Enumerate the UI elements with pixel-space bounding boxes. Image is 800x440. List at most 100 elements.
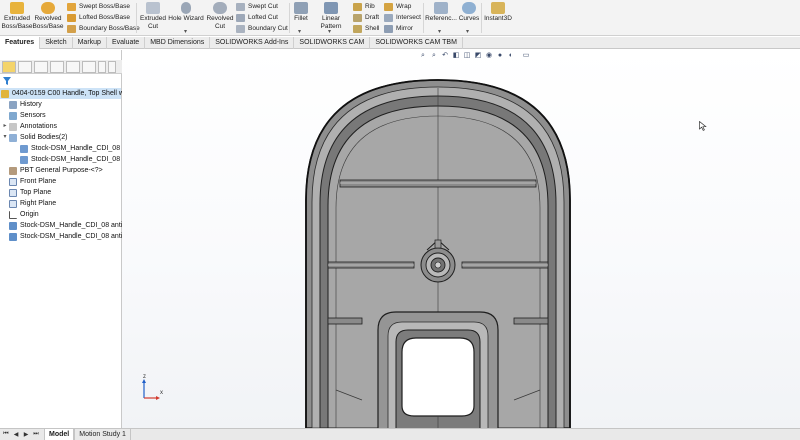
tree-item-body[interactable]: Stock-DSM_Handle_CDI_08 ar [20, 154, 128, 165]
tab-solidworks-cam-tbm[interactable]: SOLIDWORKS CAM TBM [370, 37, 463, 49]
revolved-cut-button[interactable]: Revolved Cut [205, 2, 235, 31]
intersect-button[interactable]: Intersect [384, 12, 421, 23]
lofted-cut-button[interactable]: Lofted Cut [236, 12, 278, 23]
graphics-area[interactable]: ⌕ ⌕ ↶ ◧ ◫ ◩ ◉ ● ◐ ▭ z x [122, 50, 800, 428]
tree-item-annotations[interactable]: ▸ Annotations [2, 121, 57, 132]
extruded-boss-button[interactable]: Extruded Boss/Base [1, 2, 33, 31]
tab-mbd-dimensions[interactable]: MBD Dimensions [145, 37, 211, 49]
tab-features[interactable]: Features [0, 37, 41, 49]
boundary-cut-button[interactable]: Boundary Cut [236, 23, 288, 34]
revolved-boss-icon [41, 2, 55, 14]
cam-tab-icon[interactable] [82, 61, 96, 73]
tree-item-origin[interactable]: Origin [2, 209, 39, 220]
solid-body-icon [20, 155, 28, 164]
tree-item-front-plane[interactable]: Front Plane [2, 176, 56, 187]
tree-item-history[interactable]: History [2, 99, 42, 110]
boundary-boss-button[interactable]: Boundary Boss/Base [67, 23, 140, 34]
tab-solidworks-addins[interactable]: SOLIDWORKS Add-Ins [210, 37, 295, 49]
tab-sketch[interactable]: Sketch [40, 37, 73, 49]
first-tab-icon[interactable]: ⏮ [2, 431, 10, 438]
tree-item-feature[interactable]: Stock-DSM_Handle_CDI_08 anti n [2, 220, 128, 231]
curves-button[interactable]: Curves [458, 2, 480, 23]
handle-top-shell-model[interactable] [122, 50, 800, 428]
material-icon [9, 166, 17, 175]
plane-icon [9, 188, 17, 197]
hole-wizard-button[interactable]: Hole Wizard [168, 2, 204, 23]
collapse-arrow-icon[interactable]: ▾ [2, 132, 8, 143]
plane-icon [9, 177, 17, 186]
swept-boss-icon [67, 2, 76, 11]
chevron-right-icon[interactable] [108, 61, 116, 73]
tree-item-right-plane[interactable]: Right Plane [2, 198, 56, 209]
tree-root-part[interactable]: 0404-0159 C00 Handle, Top Shell wit [0, 88, 127, 99]
chevron-left-icon[interactable] [98, 61, 106, 73]
command-manager-tabs: Features Sketch Markup Evaluate MBD Dime… [0, 37, 800, 49]
last-tab-icon[interactable]: ⏭ [32, 431, 40, 438]
imported-feature-icon [9, 232, 17, 241]
chevron-down-icon[interactable]: ▾ [438, 28, 441, 35]
tab-evaluate[interactable]: Evaluate [107, 37, 146, 49]
mouse-cursor-icon [699, 121, 707, 131]
linear-pattern-button[interactable]: Linear Pattern [311, 2, 351, 31]
ribbon-separator [481, 3, 482, 33]
property-manager-tab-icon[interactable] [18, 61, 32, 73]
configuration-manager-tab-icon[interactable] [34, 61, 48, 73]
chevron-down-icon[interactable]: ▾ [298, 28, 301, 35]
sensor-icon [9, 111, 17, 120]
reference-geometry-icon [434, 2, 448, 14]
instant3d-button[interactable]: Instant3D [483, 2, 513, 23]
origin-icon [9, 210, 17, 219]
part-icon [1, 89, 9, 98]
wrap-button[interactable]: Wrap [384, 1, 411, 12]
ribbon-separator [423, 3, 424, 33]
fillet-icon [294, 2, 308, 14]
next-tab-icon[interactable]: ▶ [22, 431, 30, 438]
tree-item-top-plane[interactable]: Top Plane [2, 187, 51, 198]
tree-item-body[interactable]: Stock-DSM_Handle_CDI_08 ar [20, 143, 128, 154]
appearance-tab-icon[interactable] [66, 61, 80, 73]
filter-icon[interactable] [3, 77, 11, 85]
tab-navigation: ⏮ ◀ ▶ ⏭ [0, 429, 40, 440]
manager-tabs [0, 60, 122, 74]
tab-model[interactable]: Model [44, 428, 75, 440]
coordinate-triad: z x [142, 374, 163, 400]
mirror-button[interactable]: Mirror [384, 23, 413, 34]
tree-item-sensors[interactable]: Sensors [2, 110, 46, 121]
tab-motion-study[interactable]: Motion Study 1 [74, 428, 131, 440]
tab-solidworks-cam[interactable]: SOLIDWORKS CAM [294, 37, 371, 49]
shell-icon [353, 24, 362, 33]
chevron-down-icon[interactable]: ▾ [328, 28, 331, 35]
history-icon [9, 100, 17, 109]
tree-item-material[interactable]: PBT General Purpose-<?> [2, 165, 103, 176]
lofted-boss-icon [67, 13, 76, 22]
swept-cut-button[interactable]: Swept Cut [236, 1, 278, 12]
chevron-down-icon[interactable]: ▾ [466, 28, 469, 35]
lofted-boss-button[interactable]: Lofted Boss/Base [67, 12, 130, 23]
solid-body-icon [20, 144, 28, 153]
revolved-boss-button[interactable]: Revolved Boss/Base [32, 2, 64, 31]
rib-icon [353, 2, 362, 11]
draft-icon [353, 13, 362, 22]
draft-button[interactable]: Draft [353, 12, 379, 23]
ribbon-separator [136, 3, 137, 33]
expand-arrow-icon[interactable]: ▸ [2, 121, 8, 132]
triad-x-label: x [160, 390, 163, 396]
feature-manager-tab-icon[interactable] [2, 61, 16, 73]
chevron-down-icon[interactable]: ▾ [184, 28, 187, 35]
tree-item-solid-bodies[interactable]: ▾ Solid Bodies(2) [2, 132, 67, 143]
crosshair-tab-icon[interactable] [50, 61, 64, 73]
previous-tab-icon[interactable]: ◀ [12, 431, 20, 438]
extruded-boss-icon [10, 2, 24, 14]
wrap-icon [384, 2, 393, 11]
reference-geometry-button[interactable]: Referenc... [425, 2, 457, 23]
rib-button[interactable]: Rib [353, 1, 375, 12]
tree-item-feature[interactable]: Stock-DSM_Handle_CDI_08 anti n [2, 231, 128, 242]
linear-pattern-icon [324, 2, 338, 14]
mirror-icon [384, 24, 393, 33]
shell-button[interactable]: Shell [353, 23, 379, 34]
extruded-cut-button[interactable]: Extruded Cut [139, 2, 167, 31]
fillet-button[interactable]: Fillet [291, 2, 311, 23]
boundary-boss-icon [67, 24, 76, 33]
swept-boss-button[interactable]: Swept Boss/Base [67, 1, 130, 12]
tab-markup[interactable]: Markup [73, 37, 107, 49]
